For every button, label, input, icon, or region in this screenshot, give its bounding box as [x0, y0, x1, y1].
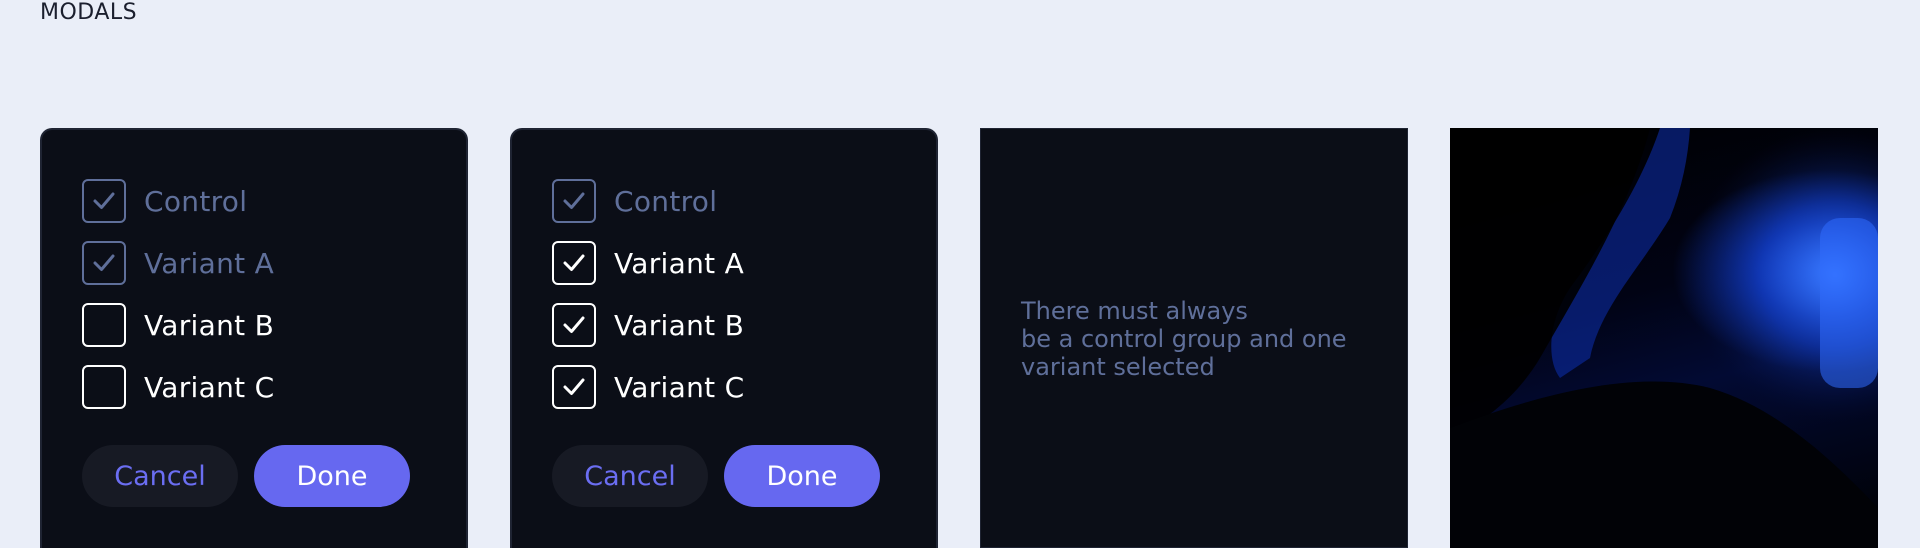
option-variant-b[interactable]: Variant B [552, 294, 744, 356]
photo-panel [1450, 128, 1878, 548]
checkmark-icon [93, 254, 115, 271]
option-variant-c[interactable]: Variant C [82, 356, 274, 418]
checkbox[interactable] [82, 365, 126, 409]
option-variant-a[interactable]: Variant A [552, 232, 744, 294]
option-label: Variant C [614, 370, 745, 404]
done-button[interactable]: Done [254, 445, 410, 507]
option-list: Control Variant A Variant B Variant C [552, 170, 744, 418]
option-label: Variant B [614, 308, 745, 342]
checkbox[interactable] [552, 179, 596, 223]
option-label: Variant C [144, 370, 275, 404]
checkbox[interactable] [82, 179, 126, 223]
checkbox[interactable] [82, 303, 126, 347]
variant-select-modal: Control Variant A Variant B Variant C Ca… [510, 128, 938, 548]
option-variant-c[interactable]: Variant C [552, 356, 744, 418]
checkbox[interactable] [552, 241, 596, 285]
page-title: MODALS [40, 0, 138, 25]
option-control[interactable]: Control [82, 170, 274, 232]
variant-select-modal: Control Variant A Variant B Variant C Ca… [40, 128, 468, 548]
checkbox[interactable] [82, 241, 126, 285]
modal-actions: Cancel Done [552, 445, 880, 507]
option-label: Variant B [144, 308, 275, 342]
option-variant-b[interactable]: Variant B [82, 294, 274, 356]
cancel-button[interactable]: Cancel [552, 445, 708, 507]
done-button[interactable]: Done [724, 445, 880, 507]
option-control[interactable]: Control [552, 170, 744, 232]
photo-silhouette [1450, 128, 1878, 548]
modal-actions: Cancel Done [82, 445, 410, 507]
checkmark-icon [93, 192, 115, 209]
checkmark-icon [563, 316, 585, 333]
validation-message: There must always be a control group and… [1021, 297, 1347, 381]
option-variant-a[interactable]: Variant A [82, 232, 274, 294]
checkmark-icon [563, 192, 585, 209]
checkbox[interactable] [552, 303, 596, 347]
checkmark-icon [563, 254, 585, 271]
cancel-button[interactable]: Cancel [82, 445, 238, 507]
option-label: Control [144, 184, 248, 218]
option-label: Variant A [614, 246, 745, 280]
option-label: Variant A [144, 246, 275, 280]
validation-message-panel: There must always be a control group and… [980, 128, 1408, 548]
checkbox[interactable] [552, 365, 596, 409]
checkmark-icon [563, 378, 585, 395]
background-photo [1450, 128, 1878, 548]
option-label: Control [614, 184, 718, 218]
option-list: Control Variant A Variant B Variant C [82, 170, 274, 418]
